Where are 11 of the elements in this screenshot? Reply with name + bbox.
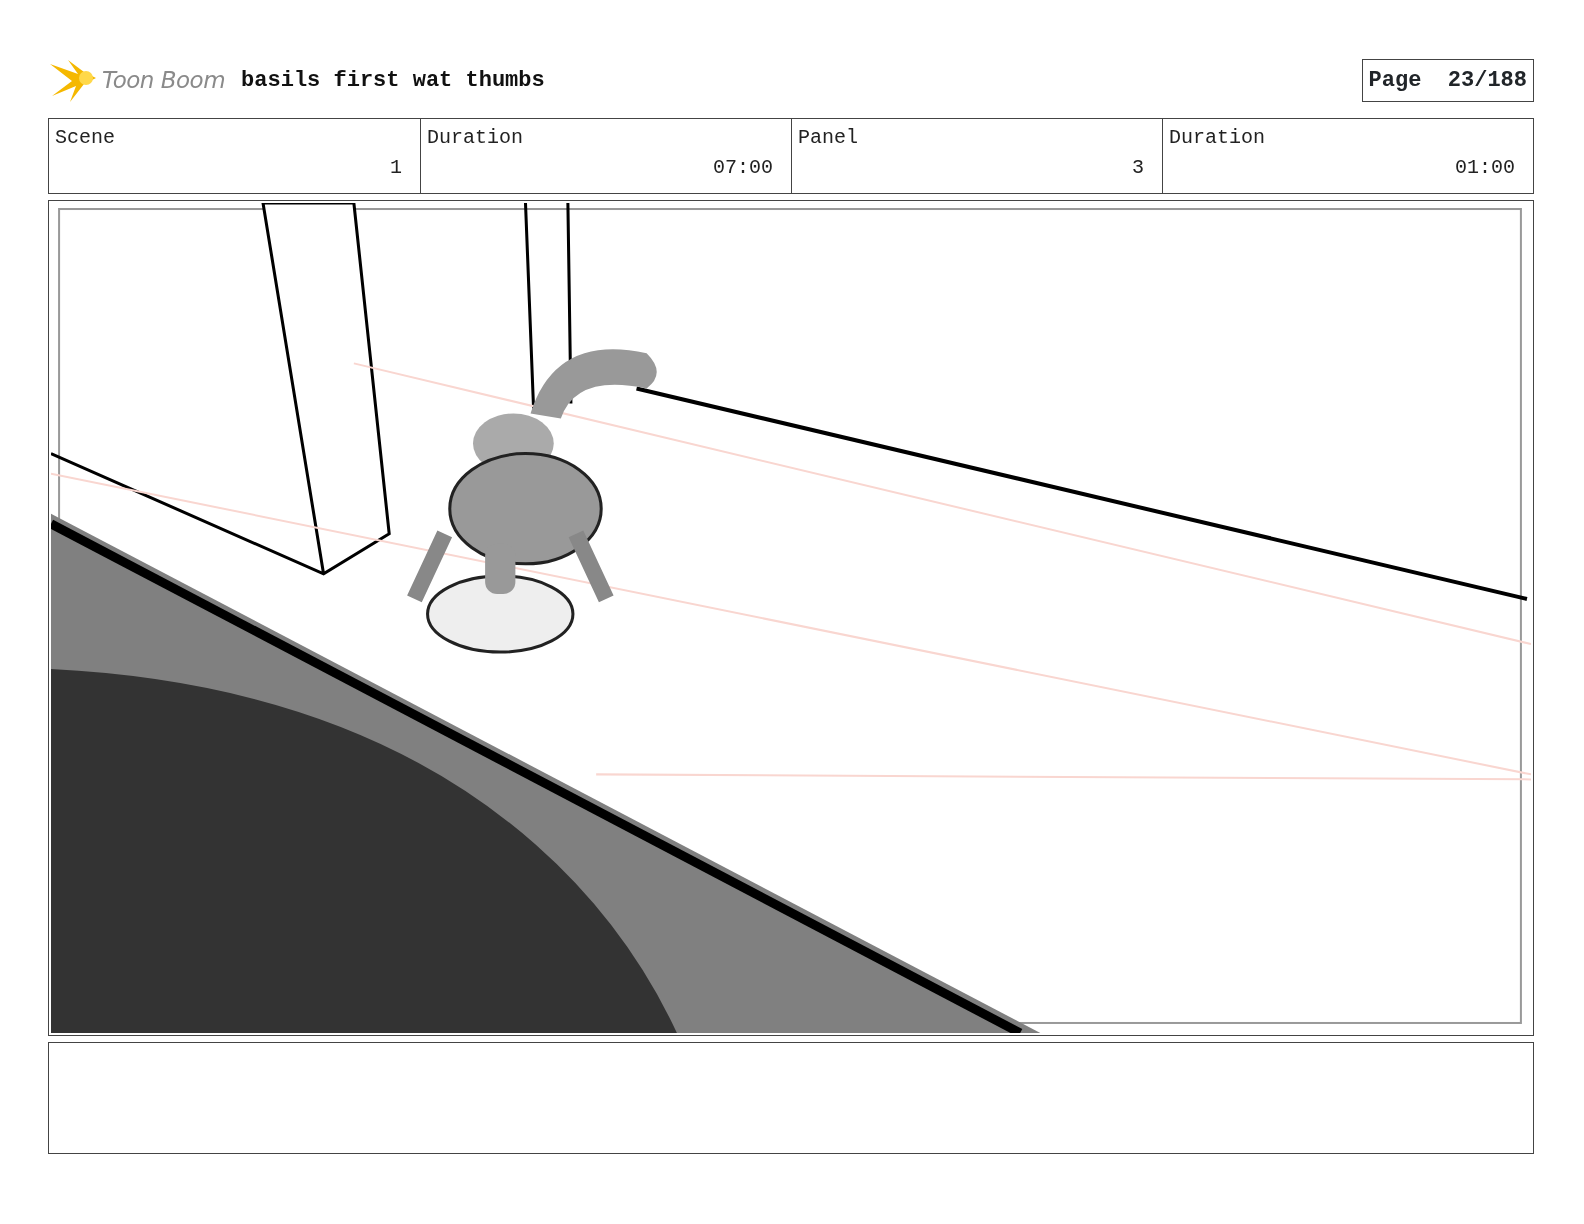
field-label: Duration xyxy=(427,125,524,151)
storyboard-title: basils first wat thumbs xyxy=(241,66,545,95)
logo-text: Toon Boom xyxy=(102,65,226,95)
page-number: Page 23/188 xyxy=(1361,58,1534,102)
field-value: 3 xyxy=(1132,155,1144,181)
field-value: 01:00 xyxy=(1455,155,1515,181)
field-label: Duration xyxy=(1169,125,1266,151)
field-label: Panel xyxy=(798,125,859,151)
field-label: Scene xyxy=(55,125,116,151)
field-value: 07:00 xyxy=(713,155,773,181)
field-value: 1 xyxy=(390,155,402,181)
